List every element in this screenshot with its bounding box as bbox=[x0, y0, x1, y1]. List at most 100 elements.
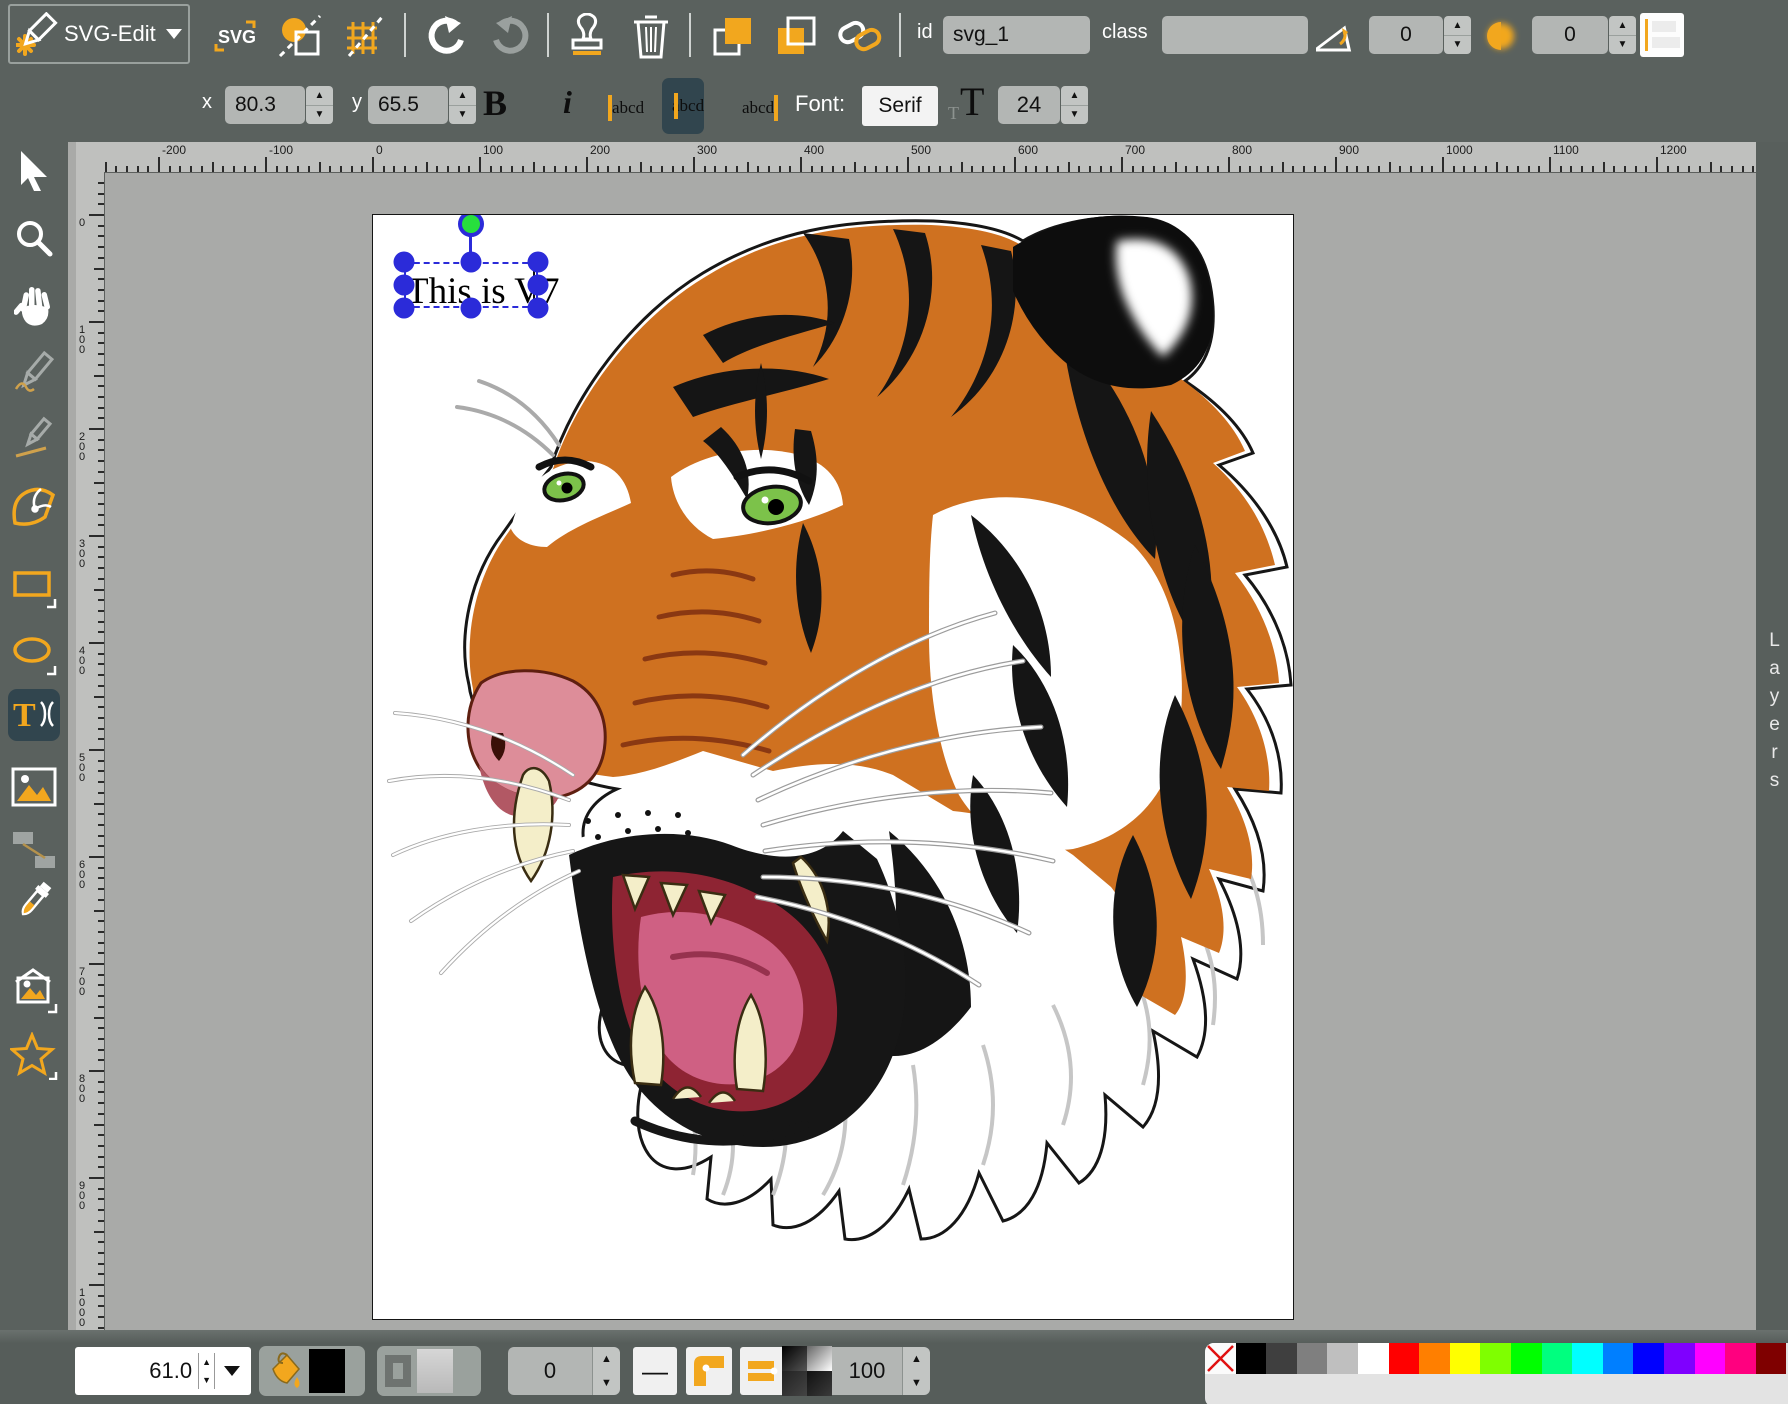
star-icon bbox=[10, 1032, 58, 1080]
rectangle-icon bbox=[11, 565, 57, 611]
palette-swatch-ff00ff[interactable] bbox=[1695, 1343, 1726, 1374]
angle-input[interactable] bbox=[1369, 16, 1443, 54]
text-anchor-middle-button[interactable]: abcd bbox=[662, 78, 704, 134]
x-spinner[interactable]: ▲▼ bbox=[306, 86, 333, 124]
tool-line[interactable] bbox=[8, 412, 60, 464]
zoom-dropdown-button[interactable] bbox=[215, 1366, 245, 1376]
stroke-dash-button[interactable]: — bbox=[633, 1347, 677, 1395]
blur-input[interactable] bbox=[1532, 16, 1608, 54]
palette-swatch-7f0000[interactable] bbox=[1756, 1343, 1787, 1374]
selection-handle-sw[interactable] bbox=[394, 298, 415, 319]
linecap-icon bbox=[746, 1359, 780, 1383]
palette-swatch-00ff00[interactable] bbox=[1511, 1343, 1542, 1374]
italic-button[interactable]: i bbox=[563, 84, 572, 121]
delete-button[interactable] bbox=[628, 13, 674, 59]
palette-swatch-ff007f[interactable] bbox=[1725, 1343, 1756, 1374]
layers-panel-toggle[interactable]: Layers bbox=[1756, 142, 1788, 1330]
opacity-input[interactable] bbox=[832, 1347, 902, 1395]
text-anchor-start-button[interactable]: abcd bbox=[608, 86, 644, 130]
palette-swatch-007fff[interactable] bbox=[1603, 1343, 1634, 1374]
element-id-input[interactable] bbox=[943, 16, 1090, 54]
tool-select[interactable] bbox=[8, 145, 60, 197]
text-anchor-end-button[interactable]: abcd bbox=[742, 86, 778, 130]
ruler-top-label: 500 bbox=[911, 143, 931, 157]
palette-swatch-0000ff[interactable] bbox=[1633, 1343, 1664, 1374]
selection-handle-se[interactable] bbox=[528, 298, 549, 319]
tool-zoom[interactable] bbox=[8, 212, 60, 264]
undo-button[interactable] bbox=[423, 13, 469, 59]
palette-swatch-3f3f3f[interactable] bbox=[1266, 1343, 1297, 1374]
x-input[interactable] bbox=[225, 86, 305, 124]
palette-swatch-7f7f7f[interactable] bbox=[1297, 1343, 1328, 1374]
tool-rect[interactable] bbox=[8, 562, 60, 614]
palette-swatch-bfbfbf[interactable] bbox=[1327, 1343, 1358, 1374]
edit-source-button[interactable]: SVG bbox=[212, 13, 258, 59]
chevron-down-icon bbox=[224, 1366, 240, 1376]
stroke-width-spinner[interactable]: ▲▼ bbox=[592, 1347, 620, 1395]
zoom-control[interactable]: 61.0 ▲▼ bbox=[75, 1347, 251, 1395]
text-content-input[interactable] bbox=[1640, 13, 1684, 57]
snap-grid-button[interactable] bbox=[342, 13, 388, 59]
clone-button[interactable] bbox=[564, 13, 610, 59]
palette-swatch-000000[interactable] bbox=[1236, 1343, 1267, 1374]
tool-star[interactable] bbox=[8, 1030, 60, 1082]
tool-ellipse[interactable] bbox=[8, 629, 60, 681]
font-size-input[interactable] bbox=[998, 86, 1060, 124]
palette-swatch-7f00ff[interactable] bbox=[1664, 1343, 1695, 1374]
font-family-button[interactable]: Serif bbox=[862, 86, 938, 126]
element-class-input[interactable] bbox=[1162, 16, 1308, 54]
linecap-button[interactable] bbox=[740, 1347, 786, 1395]
tool-pan[interactable] bbox=[8, 279, 60, 331]
stroke-color-swatch[interactable] bbox=[417, 1349, 453, 1393]
selection-handle-e[interactable] bbox=[528, 275, 549, 296]
selection-handle-nw[interactable] bbox=[394, 252, 415, 273]
wireframe-button[interactable] bbox=[277, 13, 323, 59]
main-menu-label: SVG-Edit bbox=[64, 21, 156, 47]
ruler-top-label: 200 bbox=[590, 143, 610, 157]
move-front-icon bbox=[711, 14, 755, 58]
palette-swatch-00ff7f[interactable] bbox=[1542, 1343, 1573, 1374]
ruler-left-label: 800 bbox=[79, 1074, 85, 1104]
fill-color-swatch[interactable] bbox=[309, 1349, 345, 1393]
tool-shape-library[interactable] bbox=[8, 964, 60, 1016]
tiger-artwork[interactable] bbox=[373, 215, 1293, 1319]
palette-swatch-7fff00[interactable] bbox=[1480, 1343, 1511, 1374]
ruler-left-label: 900 bbox=[79, 1181, 85, 1211]
tool-text[interactable]: T bbox=[8, 689, 60, 741]
layers-panel-label[interactable]: Layers bbox=[1763, 630, 1785, 798]
palette-swatch-ffffff[interactable] bbox=[1358, 1343, 1389, 1374]
palette-swatch-ff7f00[interactable] bbox=[1419, 1343, 1450, 1374]
main-menu-button[interactable]: SVG-Edit bbox=[8, 4, 190, 64]
selection-handle-s[interactable] bbox=[461, 298, 482, 319]
stroke-width-input[interactable] bbox=[508, 1347, 592, 1395]
palette-swatch-ff0000[interactable] bbox=[1389, 1343, 1420, 1374]
y-input[interactable] bbox=[368, 86, 448, 124]
palette-swatch-none[interactable] bbox=[1205, 1343, 1236, 1374]
palette-swatch-00ffff[interactable] bbox=[1572, 1343, 1603, 1374]
svg-canvas[interactable]: This is V7 bbox=[372, 214, 1294, 1320]
linejoin-button[interactable] bbox=[686, 1347, 732, 1395]
blur-spinner[interactable]: ▲▼ bbox=[1609, 16, 1636, 54]
selection-handle-ne[interactable] bbox=[528, 252, 549, 273]
selection-handle-w[interactable] bbox=[394, 275, 415, 296]
color-palette bbox=[1205, 1343, 1788, 1404]
y-spinner[interactable]: ▲▼ bbox=[449, 86, 476, 124]
tool-eyedropper[interactable] bbox=[8, 875, 60, 927]
angle-spinner[interactable]: ▲▼ bbox=[1444, 16, 1471, 54]
zoom-spinner[interactable]: ▲▼ bbox=[198, 1353, 215, 1389]
bring-to-front-button[interactable] bbox=[710, 13, 756, 59]
redo-button[interactable] bbox=[488, 13, 534, 59]
tool-pencil[interactable] bbox=[8, 347, 60, 399]
opacity-spinner[interactable]: ▲▼ bbox=[902, 1347, 930, 1395]
palette-swatch-ffff00[interactable] bbox=[1450, 1343, 1481, 1374]
selection-handle-n[interactable] bbox=[461, 252, 482, 273]
font-size-spinner[interactable]: ▲▼ bbox=[1061, 86, 1088, 124]
tool-image[interactable] bbox=[8, 761, 60, 813]
send-to-back-button[interactable] bbox=[773, 13, 819, 59]
tool-path[interactable] bbox=[8, 479, 60, 531]
tool-connector[interactable] bbox=[8, 824, 60, 876]
bold-button[interactable]: B bbox=[483, 82, 507, 124]
zoom-value[interactable]: 61.0 bbox=[81, 1358, 198, 1384]
angle-icon bbox=[1316, 16, 1358, 56]
make-link-button[interactable] bbox=[837, 13, 883, 59]
